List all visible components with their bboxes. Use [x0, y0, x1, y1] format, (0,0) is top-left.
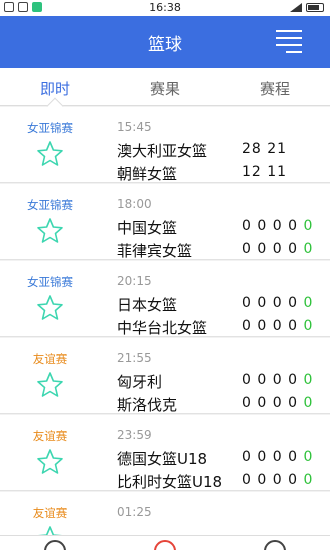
match-row[interactable]: 女亚锦赛 20:15 日本女篮 中华台北女篮 0 0 0 0 00 0 0 0 0 [0, 261, 330, 337]
menu-icon[interactable] [276, 28, 302, 54]
away-score: 0 0 0 0 0 [242, 395, 313, 411]
league-label: 女亚锦赛 [27, 275, 73, 289]
away-team: 中华台北女篮 [117, 319, 208, 337]
league-label: 友谊赛 [32, 429, 68, 443]
home-quarter-scores: 0 0 0 0 [242, 372, 298, 388]
home-score: 0 0 0 0 0 [242, 372, 313, 388]
document-icon[interactable] [264, 540, 286, 550]
home-total-score: 0 [303, 218, 314, 234]
league-label: 友谊赛 [32, 506, 68, 520]
away-total-score: 0 [303, 472, 314, 488]
away-quarter-scores: 12 11 [242, 164, 288, 180]
home-team: 匈牙利 [117, 373, 163, 391]
match-time: 23:59 [117, 428, 152, 442]
match-time: 15:45 [117, 120, 152, 134]
favorite-star-icon[interactable] [36, 371, 64, 399]
tab-results[interactable]: 赛果 [110, 78, 220, 99]
away-score: 0 0 0 0 0 [242, 318, 313, 334]
list-icon[interactable] [44, 540, 66, 550]
home-total-score: 0 [303, 295, 314, 311]
match-row[interactable]: 女亚锦赛 15:45 澳大利亚女篮 朝鲜女篮 28 21 12 11 [0, 107, 330, 183]
away-score: 0 0 0 0 0 [242, 472, 313, 488]
away-score: 12 11 [242, 164, 287, 180]
match-row[interactable]: 女亚锦赛 18:00 中国女篮 菲律宾女篮 0 0 0 0 00 0 0 0 0 [0, 184, 330, 260]
tab-live[interactable]: 即时 [0, 78, 110, 99]
away-score: 0 0 0 0 0 [242, 241, 313, 257]
favorite-star-icon[interactable] [36, 448, 64, 476]
favorite-star-icon[interactable] [36, 525, 64, 535]
match-time: 20:15 [117, 274, 152, 288]
home-team: 日本女篮 [117, 296, 178, 314]
app-header: 篮球 [0, 16, 330, 68]
compass-icon[interactable] [154, 540, 176, 550]
home-score: 0 0 0 0 0 [242, 218, 313, 234]
favorite-star-icon[interactable] [36, 217, 64, 245]
away-team: 斯洛伐克 [117, 396, 178, 414]
away-quarter-scores: 0 0 0 0 [242, 395, 298, 411]
match-time: 18:00 [117, 197, 152, 211]
away-total-score: 0 [303, 318, 314, 334]
away-quarter-scores: 0 0 0 0 [242, 472, 298, 488]
home-score: 0 0 0 0 0 [242, 295, 313, 311]
league-label: 女亚锦赛 [27, 121, 73, 135]
match-list: 女亚锦赛 15:45 澳大利亚女篮 朝鲜女篮 28 21 12 11 女亚锦赛 18:00… [0, 107, 330, 535]
match-row[interactable]: 友谊赛 01:25 [0, 492, 330, 535]
favorite-star-icon[interactable] [36, 140, 64, 168]
league-label: 友谊赛 [32, 352, 68, 366]
home-score: 0 0 0 0 0 [242, 449, 313, 465]
battery-icon [306, 3, 324, 12]
home-quarter-scores: 28 21 [242, 141, 288, 157]
home-team: 中国女篮 [117, 219, 178, 237]
tab-bar: 即时 赛果 赛程 [0, 68, 330, 106]
home-quarter-scores: 0 0 0 0 [242, 218, 298, 234]
home-team: 澳大利亚女篮 [117, 142, 208, 160]
home-team: 德国女篮U18 [117, 450, 208, 468]
league-label: 女亚锦赛 [27, 198, 73, 212]
away-quarter-scores: 0 0 0 0 [242, 241, 298, 257]
away-total-score: 0 [303, 241, 314, 257]
match-time: 01:25 [117, 505, 152, 519]
match-row[interactable]: 友谊赛 21:55 匈牙利 斯洛伐克 0 0 0 0 00 0 0 0 0 [0, 338, 330, 414]
match-time: 21:55 [117, 351, 152, 365]
home-total-score: 0 [303, 372, 314, 388]
bottom-nav [0, 535, 330, 550]
home-score: 28 21 [242, 141, 287, 157]
home-quarter-scores: 0 0 0 0 [242, 295, 298, 311]
status-bar: 16:38 [0, 0, 330, 16]
tab-schedule[interactable]: 赛程 [220, 78, 330, 99]
signal-icon [290, 3, 302, 12]
home-quarter-scores: 0 0 0 0 [242, 449, 298, 465]
match-row[interactable]: 友谊赛 23:59 德国女篮U18 比利时女篮U18 0 0 0 0 00 0 0 0 … [0, 415, 330, 491]
away-quarter-scores: 0 0 0 0 [242, 318, 298, 334]
away-total-score: 0 [303, 395, 314, 411]
status-icons-right [290, 3, 324, 12]
status-time: 16:38 [149, 1, 181, 14]
away-team: 朝鲜女篮 [117, 165, 178, 183]
away-team: 菲律宾女篮 [117, 242, 193, 260]
home-total-score: 0 [303, 449, 314, 465]
away-team: 比利时女篮U18 [117, 473, 223, 491]
favorite-star-icon[interactable] [36, 294, 64, 322]
